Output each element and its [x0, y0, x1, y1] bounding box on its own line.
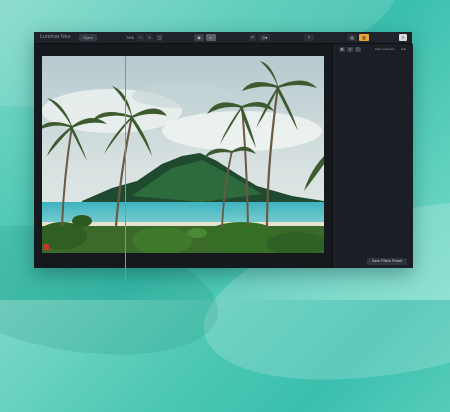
top-toolbar: Luminar Neo Open 74% − + ▢ ◉ ◐ ↶ ◷▾ ⇪ ▤ …	[34, 32, 412, 44]
app-window: Luminar Neo Open 74% − + ▢ ◉ ◐ ↶ ◷▾ ⇪ ▤ …	[34, 32, 413, 280]
export-icon[interactable]: ⇪	[304, 34, 314, 41]
catalog-icon[interactable]: ▤	[347, 34, 357, 41]
open-button[interactable]: Open	[79, 34, 97, 41]
tropical-beach-photo	[42, 56, 324, 253]
before-after-split-line[interactable]	[125, 56, 126, 280]
zoom-level: 74%	[125, 35, 134, 40]
undo-button[interactable]: ↶	[249, 34, 256, 41]
history-dropdown[interactable]: ◷▾	[259, 34, 270, 41]
panel-edit-link[interactable]: Edit	[401, 47, 406, 52]
share-icon[interactable]: ⇧	[399, 34, 407, 41]
save-filters-preset-button[interactable]: Save Filters Preset	[367, 258, 407, 265]
compare-toggle-icon[interactable]: ◐	[206, 34, 216, 41]
view-toggle-eye-icon[interactable]: ◉	[194, 34, 204, 41]
right-panel: ▣ ◎ ⓘ Filter collection Edit Save Filter…	[332, 44, 413, 268]
fit-icon[interactable]: ▢	[156, 34, 163, 41]
info-icon[interactable]: ⓘ	[355, 47, 361, 52]
edit-icon[interactable]: ▥	[359, 34, 369, 41]
photo-preview[interactable]	[42, 56, 324, 253]
zoom-in-button[interactable]: +	[146, 34, 153, 41]
panel-hint-text: Filter collection	[375, 47, 396, 51]
image-canvas[interactable]	[34, 44, 331, 280]
canvas-icon[interactable]: ◎	[347, 47, 353, 52]
layers-icon[interactable]: ▣	[339, 47, 345, 52]
zoom-out-button[interactable]: −	[137, 34, 144, 41]
app-name: Luminar Neo	[40, 34, 71, 40]
panel-tool-icons: ▣ ◎ ⓘ	[339, 47, 361, 52]
